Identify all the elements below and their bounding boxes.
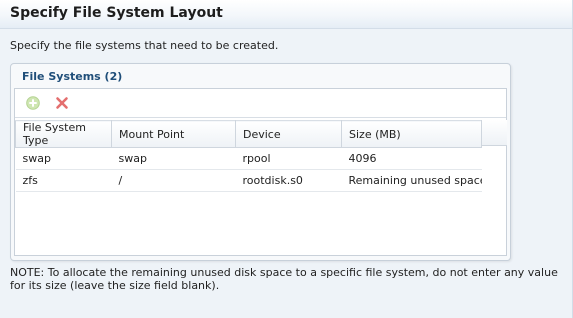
table-toolbar: [15, 89, 506, 118]
cell-file-system-type[interactable]: zfs: [15, 169, 112, 192]
table-header-row: File System Type Mount Point Device Size…: [15, 120, 482, 148]
page-title: Specify File System Layout: [10, 5, 223, 21]
column-header-device[interactable]: Device: [235, 120, 342, 148]
cell-size[interactable]: Remaining unused space: [341, 169, 482, 192]
column-header-file-system-type[interactable]: File System Type: [15, 120, 112, 148]
delete-icon: [56, 97, 68, 109]
file-systems-table: File System Type Mount Point Device Size…: [15, 120, 482, 192]
delete-file-system-button[interactable]: [54, 95, 70, 111]
page-description: Specify the file systems that need to be…: [10, 39, 279, 52]
column-header-mount-point[interactable]: Mount Point: [111, 120, 236, 148]
table-header-corner: [481, 120, 507, 146]
file-systems-table-container: File System Type Mount Point Device Size…: [14, 88, 507, 256]
page-header: Specify File System Layout: [0, 0, 573, 29]
cell-mount-point[interactable]: /: [111, 169, 236, 192]
cell-mount-point[interactable]: swap: [111, 147, 236, 170]
cell-size[interactable]: 4096: [341, 147, 482, 170]
column-header-size[interactable]: Size (MB): [341, 120, 482, 148]
cell-device[interactable]: rootdisk.s0: [235, 169, 342, 192]
add-file-system-button[interactable]: [25, 95, 41, 111]
panel-title: File Systems (2): [22, 70, 123, 83]
file-systems-panel: File Systems (2) File System Type Mount …: [10, 63, 511, 261]
cell-file-system-type[interactable]: swap: [15, 147, 112, 170]
table-row[interactable]: zfs / rootdisk.s0 Remaining unused space: [15, 169, 482, 192]
cell-device[interactable]: rpool: [235, 147, 342, 170]
add-icon: [26, 96, 40, 110]
table-row[interactable]: swap swap rpool 4096: [15, 147, 482, 170]
size-note: NOTE: To allocate the remaining unused d…: [10, 266, 558, 292]
